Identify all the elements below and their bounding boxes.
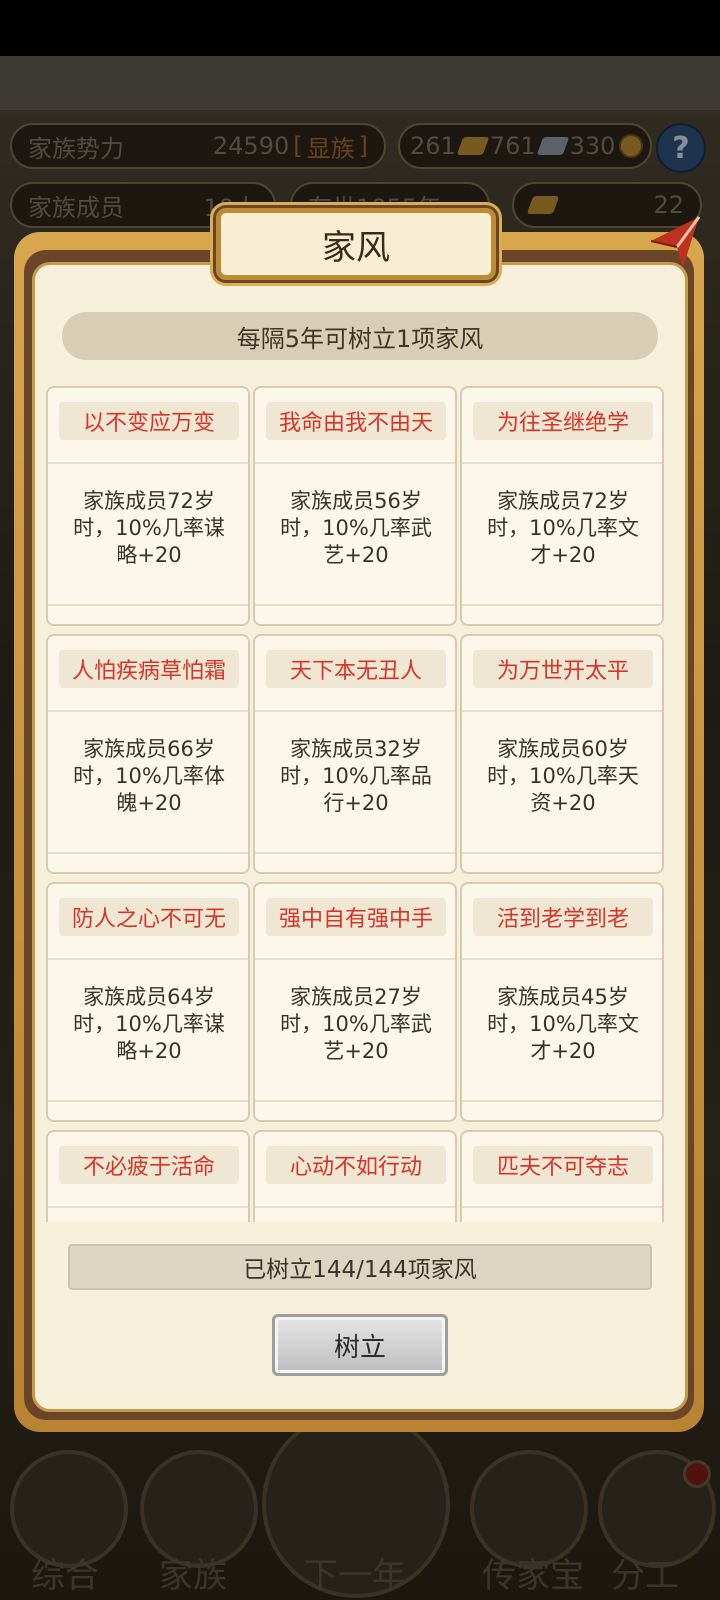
- motto-title: 不必疲于活命: [59, 1146, 239, 1184]
- motto-card[interactable]: 活到老学到老 家族成员45岁 时，10%几率文 才+20: [460, 882, 664, 1122]
- dialog-subtitle: 每隔5年可树立1项家风: [62, 312, 658, 360]
- dialog-title: 家风: [216, 208, 496, 280]
- motto-card-head: 人怕疾病草怕霜: [48, 636, 248, 712]
- motto-title: 匹夫不可夺志: [473, 1146, 653, 1184]
- motto-card-head: 以不变应万变: [48, 388, 248, 464]
- motto-title: 强中自有强中手: [266, 898, 446, 936]
- motto-card[interactable]: 防人之心不可无 家族成员64岁 时，10%几率谋 略+20: [46, 882, 250, 1122]
- motto-card[interactable]: 为万世开太平 家族成员60岁 时，10%几率天 资+20: [460, 634, 664, 874]
- motto-card[interactable]: 匹夫不可夺志: [460, 1130, 664, 1222]
- motto-card-head: 我命由我不由天: [255, 388, 455, 464]
- family-motto-grid: 以不变应万变 家族成员72岁 时，10%几率谋 略+20 我命由我不由天 家族成员5…: [44, 386, 676, 1222]
- motto-card[interactable]: 强中自有强中手 家族成员27岁 时，10%几率武 艺+20: [253, 882, 457, 1122]
- motto-card-head: 活到老学到老: [462, 884, 662, 960]
- establish-button[interactable]: 树立: [272, 1314, 448, 1376]
- motto-description: 家族成员72岁 时，10%几率谋 略+20: [73, 489, 225, 567]
- motto-title: 我命由我不由天: [266, 402, 446, 440]
- motto-description: 家族成员66岁 时，10%几率体 魄+20: [73, 737, 225, 815]
- motto-card[interactable]: 我命由我不由天 家族成员56岁 时，10%几率武 艺+20: [253, 386, 457, 626]
- motto-description: 家族成员45岁 时，10%几率文 才+20: [487, 985, 639, 1063]
- motto-card[interactable]: 天下本无丑人 家族成员32岁 时，10%几率品 行+20: [253, 634, 457, 874]
- established-count: 已树立144/144项家风: [68, 1244, 652, 1290]
- motto-title: 人怕疾病草怕霜: [59, 650, 239, 688]
- motto-card[interactable]: 为往圣继绝学 家族成员72岁 时，10%几率文 才+20: [460, 386, 664, 626]
- close-icon: [650, 216, 701, 267]
- motto-card-head: 为万世开太平: [462, 636, 662, 712]
- motto-title: 为万世开太平: [473, 650, 653, 688]
- motto-card-head: 防人之心不可无: [48, 884, 248, 960]
- motto-title: 活到老学到老: [473, 898, 653, 936]
- motto-card-head: 天下本无丑人: [255, 636, 455, 712]
- motto-description: 家族成员56岁 时，10%几率武 艺+20: [280, 489, 432, 567]
- motto-description: 家族成员64岁 时，10%几率谋 略+20: [73, 985, 225, 1063]
- motto-card-head: 为往圣继绝学: [462, 388, 662, 464]
- motto-card[interactable]: 不必疲于活命: [46, 1130, 250, 1222]
- close-button[interactable]: [640, 208, 710, 278]
- motto-description: 家族成员32岁 时，10%几率品 行+20: [280, 737, 432, 815]
- motto-card-head: 强中自有强中手: [255, 884, 455, 960]
- motto-description: 家族成员27岁 时，10%几率武 艺+20: [280, 985, 432, 1063]
- motto-card[interactable]: 以不变应万变 家族成员72岁 时，10%几率谋 略+20: [46, 386, 250, 626]
- motto-card[interactable]: 人怕疾病草怕霜 家族成员66岁 时，10%几率体 魄+20: [46, 634, 250, 874]
- motto-title: 心动不如行动: [266, 1146, 446, 1184]
- motto-card[interactable]: 心动不如行动: [253, 1130, 457, 1222]
- motto-title: 防人之心不可无: [59, 898, 239, 936]
- motto-title: 为往圣继绝学: [473, 402, 653, 440]
- motto-title: 天下本无丑人: [266, 650, 446, 688]
- motto-card-head: 心动不如行动: [255, 1132, 455, 1208]
- motto-description: 家族成员72岁 时，10%几率文 才+20: [487, 489, 639, 567]
- motto-card-head: 匹夫不可夺志: [462, 1132, 662, 1208]
- status-bar: [0, 0, 720, 56]
- motto-title: 以不变应万变: [59, 402, 239, 440]
- motto-description: 家族成员60岁 时，10%几率天 资+20: [487, 737, 639, 815]
- motto-card-head: 不必疲于活命: [48, 1132, 248, 1208]
